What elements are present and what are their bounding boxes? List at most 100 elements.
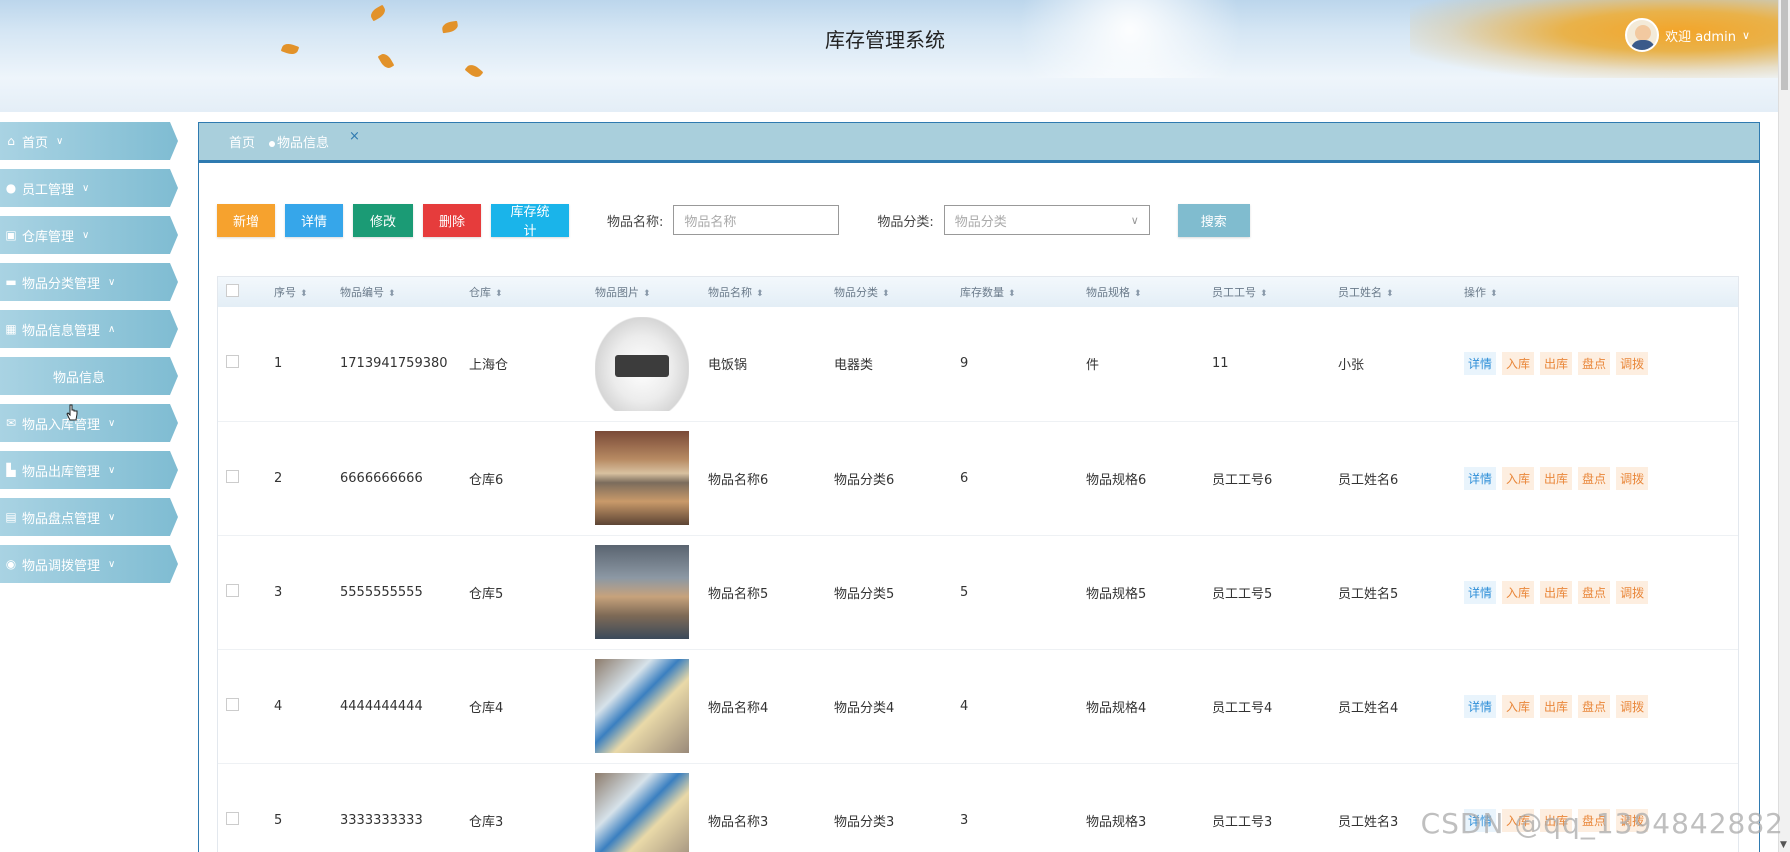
sidebar-item-inventory[interactable]: ▤ 物品盘点管理 ∨ (0, 498, 178, 536)
row-transfer-button[interactable]: 调拨 (1616, 352, 1649, 376)
table-row[interactable]: 1 1713941759380 上海仓 电饭锅 电器类 9 件 11 小张 详情… (218, 307, 1738, 421)
column-header[interactable]: 库存数量 ⬍ (952, 277, 1078, 307)
delete-button[interactable]: 删除 (423, 203, 481, 237)
app-title: 库存管理系统 (825, 28, 945, 52)
column-header[interactable]: 物品编号 ⬍ (332, 277, 461, 307)
column-header[interactable]: 员工姓名 ⬍ (1330, 277, 1456, 307)
chevron-down-icon: ∨ (108, 276, 116, 288)
scroll-down-arrow-icon[interactable]: ▼ (1780, 840, 1787, 850)
select-all-checkbox[interactable] (226, 284, 239, 297)
sidebar-item-staff[interactable]: ● 员工管理 ∨ (0, 169, 178, 207)
row-checkbox[interactable] (226, 697, 239, 711)
cell-spec: 物品规格4 (1086, 700, 1147, 716)
detail-button[interactable]: 详情 (285, 203, 343, 237)
row-checkbox[interactable] (226, 355, 239, 369)
edit-button[interactable]: 修改 (353, 203, 413, 237)
column-header[interactable]: 物品图片 ⬍ (587, 277, 700, 307)
scrollbar-thumb[interactable] (1781, 0, 1788, 90)
row-transfer-button[interactable]: 调拨 (1616, 580, 1649, 604)
row-checkbox[interactable] (226, 583, 239, 597)
select-all-checkbox-cell[interactable] (218, 277, 266, 307)
sort-icon: ⬍ (882, 289, 890, 299)
cell-warehouse: 上海仓 (469, 358, 509, 374)
tab-goods-info[interactable]: 物品信息 (269, 132, 329, 151)
category-select[interactable]: 物品分类 ∨ (943, 205, 1150, 235)
table-row[interactable]: 3 5555555555 仓库5 物品名称5 物品分类5 5 物品规格5 员工工… (218, 535, 1738, 649)
active-dot-icon (269, 141, 276, 147)
page-scrollbar[interactable]: ▼ (1778, 0, 1790, 852)
row-inventory-button[interactable]: 盘点 (1578, 694, 1611, 718)
sidebar-item-home[interactable]: ⌂ 首页 ∨ (0, 122, 178, 160)
cell-no: 3 (274, 584, 283, 600)
row-detail-button[interactable]: 详情 (1464, 694, 1497, 718)
sidebar-item-label: 物品调拨管理 (22, 558, 101, 574)
sort-icon: ⬍ (1386, 289, 1394, 299)
sidebar-item-label: 员工管理 (22, 182, 75, 198)
sidebar-item-transfer[interactable]: ◉ 物品调拨管理 ∨ (0, 545, 178, 583)
chevron-down-icon: ∨ (56, 135, 64, 147)
row-inventory-button[interactable]: 盘点 (1578, 466, 1611, 490)
close-icon[interactable]: × (349, 129, 360, 144)
row-detail-button[interactable]: 详情 (1464, 466, 1497, 490)
row-stock-out-button[interactable]: 出库 (1540, 466, 1573, 490)
row-stock-out-button[interactable]: 出库 (1540, 352, 1573, 376)
cell-no: 1 (274, 356, 283, 372)
row-stock-out-button[interactable]: 出库 (1540, 694, 1573, 718)
sidebar: ⌂ 首页 ∨ ● 员工管理 ∨ ▣ 仓库管理 ∨ ▬ 物品分类管理 ∨ ▦ 物品… (0, 122, 180, 592)
cell-name: 电饭锅 (708, 358, 748, 374)
cell-code: 6666666666 (340, 470, 423, 486)
column-header[interactable]: 序号 ⬍ (266, 277, 332, 307)
column-header[interactable]: 物品规格 ⬍ (1078, 277, 1204, 307)
tab-home[interactable]: 首页 (229, 132, 255, 151)
stock-stats-button[interactable]: 库存统计 (491, 203, 569, 238)
sidebar-subitem-goods-info[interactable]: 物品信息 (0, 357, 178, 395)
row-inventory-button[interactable]: 盘点 (1578, 352, 1611, 376)
row-inventory-button[interactable]: 盘点 (1578, 580, 1611, 604)
row-transfer-button[interactable]: 调拨 (1616, 466, 1649, 490)
cell-no: 5 (274, 812, 283, 828)
table-row[interactable]: 2 6666666666 仓库6 物品名称6 物品分类6 6 物品规格6 员工工… (218, 421, 1738, 535)
cell-category: 物品分类3 (834, 814, 895, 830)
row-stock-in-button[interactable]: 入库 (1502, 352, 1535, 376)
row-transfer-button[interactable]: 调拨 (1616, 694, 1649, 718)
name-search-input[interactable]: 物品名称 (673, 205, 840, 235)
cell-code: 1713941759380 (340, 356, 448, 372)
name-field-label: 物品名称: (607, 214, 664, 230)
rice-cooker-image[interactable] (595, 316, 689, 411)
search-button[interactable]: 搜索 (1177, 203, 1250, 237)
row-checkbox[interactable] (226, 811, 239, 825)
sidebar-item-warehouse[interactable]: ▣ 仓库管理 ∨ (0, 216, 178, 254)
sidebar-item-category[interactable]: ▬ 物品分类管理 ∨ (0, 263, 178, 301)
row-stock-in-button[interactable]: 入库 (1502, 466, 1535, 490)
sort-icon: ⬍ (388, 289, 396, 299)
column-header[interactable]: 物品名称 ⬍ (700, 277, 826, 307)
row-actions: 详情 入库 出库 盘点 调拨 (1464, 580, 1738, 604)
column-header[interactable]: 操作 ⬍ (1456, 277, 1738, 307)
row-checkbox[interactable] (226, 469, 239, 483)
row-detail-button[interactable]: 详情 (1464, 580, 1497, 604)
column-header[interactable]: 仓库 ⬍ (461, 277, 587, 307)
row-stock-in-button[interactable]: 入库 (1502, 580, 1535, 604)
user-menu[interactable]: 欢迎 admin ∨ (1625, 18, 1750, 52)
cell-category: 物品分类6 (834, 472, 895, 488)
truck-boxes-image[interactable] (595, 545, 689, 639)
packages-image[interactable] (595, 773, 689, 852)
row-stock-in-button[interactable]: 入库 (1502, 694, 1535, 718)
sidebar-item-stock-in[interactable]: ✉ 物品入库管理 ∨ (0, 404, 178, 442)
add-button[interactable]: 新增 (217, 203, 275, 237)
cargo-center-image[interactable] (595, 431, 689, 525)
column-header[interactable]: 物品分类 ⬍ (826, 277, 952, 307)
cell-name: 物品名称4 (708, 700, 769, 716)
row-detail-button[interactable]: 详情 (1464, 352, 1497, 376)
sidebar-item-goods-info-manage[interactable]: ▦ 物品信息管理 ∧ (0, 310, 178, 348)
column-header[interactable]: 员工工号 ⬍ (1204, 277, 1330, 307)
sidebar-item-stock-out[interactable]: ▙ 物品出库管理 ∨ (0, 451, 178, 489)
row-stock-out-button[interactable]: 出库 (1540, 580, 1573, 604)
cell-category: 电器类 (834, 358, 874, 374)
table-row[interactable]: 4 4444444444 仓库4 物品名称4 物品分类4 4 物品规格4 员工工… (218, 649, 1738, 763)
cell-emp-name: 员工姓名4 (1338, 700, 1399, 716)
cell-code: 3333333333 (340, 812, 423, 828)
sidebar-item-label: 物品盘点管理 (22, 511, 101, 527)
packages-image[interactable] (595, 659, 689, 753)
chevron-down-icon: ∨ (1741, 28, 1750, 42)
